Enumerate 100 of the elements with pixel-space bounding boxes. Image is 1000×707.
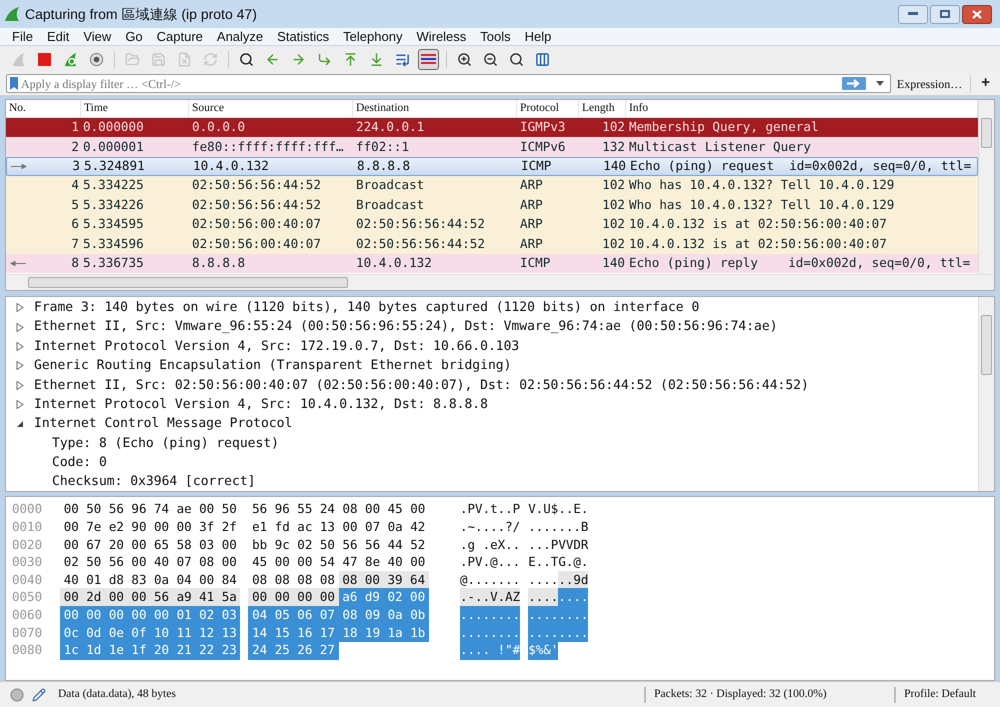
collapsed-triangle-icon[interactable]	[16, 380, 24, 390]
table-cell: 02:50:56:00:40:07	[192, 236, 321, 251]
detail-line[interactable]: Generic Routing Encapsulation (Transparent Ethernet bridging)	[34, 356, 512, 376]
table-cell: Who has 10.4.0.132? Tell 10.4.0.129	[629, 196, 894, 212]
search-icon	[239, 52, 254, 66]
table-cell: 5.334596	[83, 236, 144, 251]
close-button[interactable]	[962, 4, 992, 24]
save-icon	[151, 52, 166, 66]
detail-line[interactable]: Internet Protocol Version 4, Src: 10.4.0.132, Dst: 8.8.8.8	[34, 394, 488, 414]
expression-button[interactable]: Expression…	[896, 74, 972, 92]
menu-item[interactable]: Go	[118, 26, 150, 46]
menu-item[interactable]: Tools	[473, 26, 518, 46]
menu-item[interactable]: Telephony	[336, 26, 410, 46]
hex-bytes: 00 00 00 00	[248, 588, 339, 608]
detail-line[interactable]: Internet Protocol Version 4, Src: 172.19.0.7, Dst: 10.66.0.103	[34, 336, 520, 356]
column-header[interactable]: Time	[81, 100, 189, 117]
folder-icon	[125, 52, 140, 66]
vertical-scrollbar[interactable]	[978, 100, 994, 274]
ascii-bytes: .-..V.AZ	[460, 588, 520, 608]
table-cell-text: 5	[71, 196, 79, 214]
table-cell: 5.334225	[83, 177, 144, 192]
profile-label[interactable]: Profile: Default	[904, 686, 976, 704]
ascii-bytes: ........	[528, 606, 588, 625]
packet-row[interactable]: 1 0.000000 0.0.0.0 224.0.0.1 IGMPv3 102 Membership Query, general	[6, 118, 978, 138]
pencil-icon[interactable]	[32, 688, 46, 702]
packet-row[interactable]: 4 5.334225 02:50:56:56:44:52 Broadcast ARP 102 Who has 10.4.0.132? Tell 10.4.0.129	[6, 176, 978, 196]
table-cell-text: 4	[71, 176, 79, 194]
menu-item[interactable]: File	[5, 26, 40, 46]
zoom-out-icon	[483, 52, 498, 66]
ascii-bytes: @.......	[460, 570, 520, 589]
column-header[interactable]: Destination	[353, 100, 517, 117]
table-cell: 02:50:56:56:44:52	[192, 177, 321, 192]
table-cell: 5.334226	[83, 196, 144, 212]
window-title: Capturing from 區域連線 (ip proto 47)	[25, 4, 257, 24]
column-header[interactable]: Source	[189, 100, 353, 117]
menu-item[interactable]: Help	[518, 26, 558, 46]
table-cell: 140	[602, 254, 625, 270]
reload-icon	[203, 52, 218, 66]
hex-bytes: 14 15 16 17 18 19 1a 1b	[248, 624, 429, 642]
detail-line[interactable]: Internet Control Message Protocol	[34, 414, 292, 434]
detail-line[interactable]: Ethernet II, Src: 02:50:56:00:40:07 (02:50:56:00:40:07), Dst: 02:50:56:56:44:52 (02:50:56:56:44:52)	[34, 376, 809, 396]
ascii-bytes: ...PVVDR	[528, 536, 588, 554]
packet-row[interactable]: 8 5.336735 8.8.8.8 10.4.0.132 ICMP 140 Echo (ping) reply id=0x002d, seq=0/0, ttl=	[6, 254, 978, 274]
arrow-left-icon	[10, 260, 26, 266]
menu-item[interactable]: Wireless	[409, 26, 474, 46]
table-cell: ARP	[520, 196, 543, 212]
hex-bytes: 45 00 00 54 47 8e 40 00	[251, 553, 426, 572]
table-cell: Broadcast	[356, 177, 424, 192]
minimize-button[interactable]	[898, 4, 928, 24]
go-to-packet-icon	[317, 52, 332, 66]
menu-item[interactable]: Capture	[150, 26, 210, 46]
detail-line[interactable]: Ethernet II, Src: Vmware_96:55:24 (00:50:56:96:55:24), Dst: Vmware_96:74:ae (00:50:56:96:74:ae)	[34, 317, 778, 337]
expanded-triangle-icon[interactable]	[16, 420, 24, 428]
vertical-scrollbar[interactable]	[978, 297, 994, 491]
table-cell: 0.000000	[83, 119, 144, 134]
table-cell: ICMPv6	[520, 138, 566, 154]
bookmark-icon	[10, 77, 18, 90]
table-cell: 102	[602, 177, 625, 192]
toolbar-button[interactable]	[418, 48, 439, 70]
menu-item[interactable]: Analyze	[210, 26, 270, 46]
packet-row[interactable]: 2 0.000001 fe80::ffff:ffff:fff… ff02::1 ICMPv6 132 Multicast Listener Query	[6, 137, 978, 157]
table-cell-text: 8	[71, 254, 79, 272]
status-circle-icon[interactable]	[10, 688, 24, 702]
packet-row[interactable]: 7 5.334596 02:50:56:00:40:07 02:50:56:56:44:52 ARP 102 10.4.0.132 is at 02:50:56:00:40:07	[6, 234, 978, 254]
table-cell: fe80::ffff:ffff:fff…	[192, 138, 344, 154]
maximize-button[interactable]	[930, 4, 960, 24]
dropdown-caret-icon[interactable]	[876, 81, 884, 86]
column-header[interactable]: Length	[579, 100, 626, 117]
table-cell: ICMP	[520, 254, 550, 270]
hex-bytes: 00 7e e2 90 00 00 3f 2f	[62, 518, 238, 536]
collapsed-triangle-icon[interactable]	[16, 400, 24, 410]
packet-row[interactable]: 3 5.324891 10.4.0.132 8.8.8.8 ICMP 140 Echo (ping) request id=0x002d, seq=0/0, ttl=	[6, 156, 978, 176]
arrow-down-to-line-icon	[369, 52, 384, 66]
settings-icon	[89, 52, 104, 66]
table-cell: 102	[602, 119, 625, 134]
table-cell: 02:50:56:00:40:07	[192, 216, 321, 232]
detail-line[interactable]: Frame 3: 140 bytes on wire (1120 bits), 140 bytes captured (1120 bits) on interface 0	[34, 298, 700, 318]
detail-line[interactable]: Type: 8 (Echo (ping) request)	[52, 434, 279, 454]
detail-line[interactable]: Code: 0	[52, 453, 107, 473]
collapsed-triangle-icon[interactable]	[16, 303, 24, 312]
table-cell: ff02::1	[356, 138, 410, 154]
table-cell: 132	[602, 138, 625, 154]
column-header[interactable]: No.	[6, 100, 81, 117]
table-cell: Broadcast	[356, 196, 424, 212]
resize-columns-icon	[535, 52, 550, 66]
add-filter-button[interactable]: +	[977, 72, 994, 95]
maximize-icon	[940, 10, 950, 18]
menu-item[interactable]: Edit	[40, 26, 76, 46]
menu-item[interactable]: View	[76, 26, 118, 46]
column-header[interactable]: Protocol	[517, 100, 579, 117]
menu-item[interactable]: Statistics	[270, 26, 336, 46]
packet-row[interactable]: 5 5.334226 02:50:56:56:44:52 Broadcast ARP 102 Who has 10.4.0.132? Tell 10.4.0.129	[6, 196, 978, 215]
packet-row[interactable]: 6 5.334595 02:50:56:00:40:07 02:50:56:56:44:52 ARP 102 10.4.0.132 is at 02:50:56:00:40:07	[6, 214, 978, 234]
shark-fin-logo	[4, 6, 20, 22]
collapsed-triangle-icon[interactable]	[16, 361, 24, 370]
byte-offset: 0060	[11, 606, 44, 624]
table-cell: 5.324891	[84, 158, 145, 174]
horizontal-scrollbar[interactable]	[6, 274, 994, 290]
byte-offset: 0050	[11, 588, 44, 606]
detail-line[interactable]: Checksum: 0x3964 [correct]	[52, 472, 256, 492]
